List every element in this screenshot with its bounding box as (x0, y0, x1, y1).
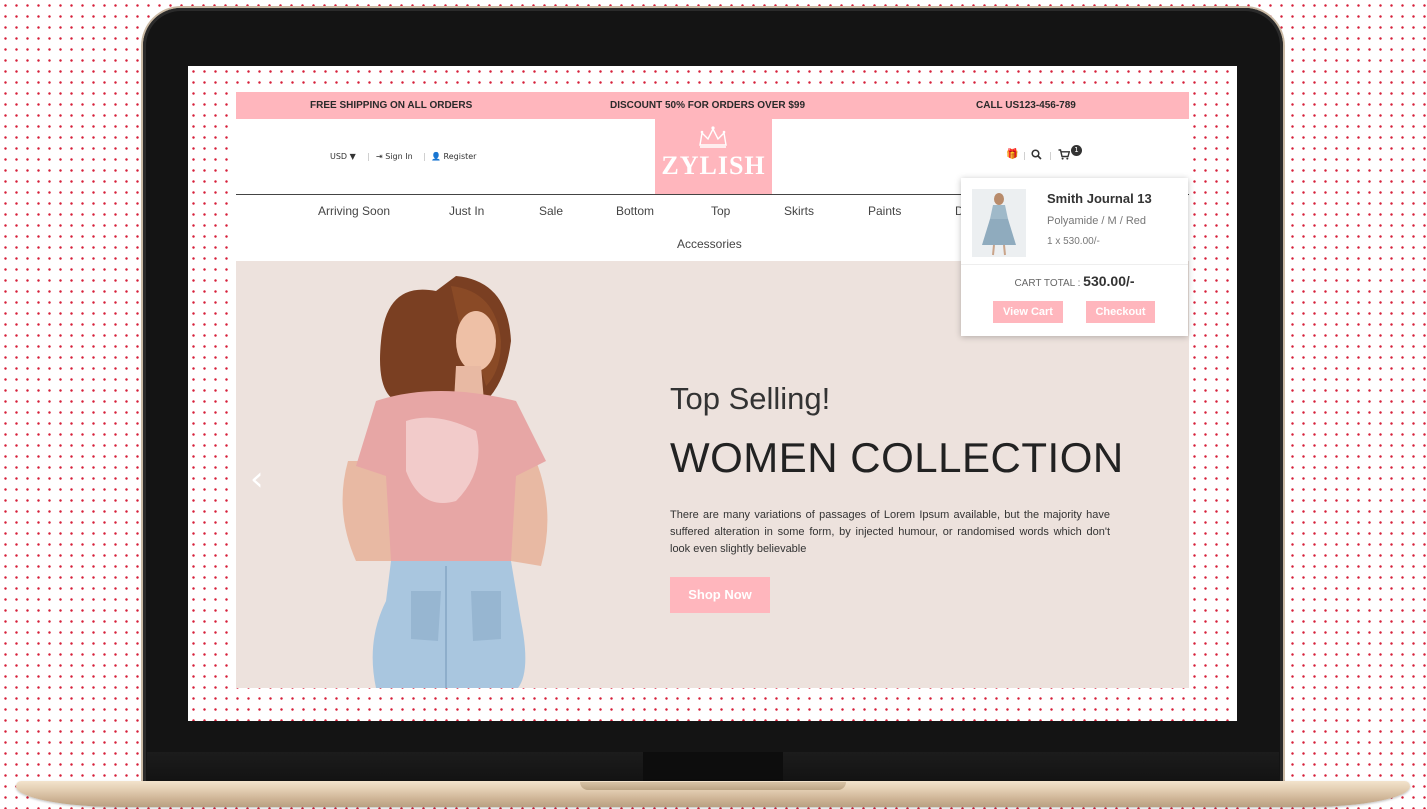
cart-total-label: CART TOTAL : (1014, 278, 1081, 289)
nav-item-paints[interactable]: Paints (868, 204, 901, 218)
nav-item-sale[interactable]: Sale (539, 204, 563, 218)
sign-in-icon: ⇥ (376, 152, 383, 161)
announcement-bar: FREE SHIPPING ON ALL ORDERS DISCOUNT 50%… (236, 92, 1189, 119)
shipping-notice: FREE SHIPPING ON ALL ORDERS (310, 100, 473, 111)
checkout-button[interactable]: Checkout (1086, 301, 1155, 323)
divider: | (423, 152, 426, 161)
cart-item-variant: Polyamide / M / Red (1047, 215, 1147, 227)
view-cart-button[interactable]: View Cart (993, 301, 1063, 323)
cart-item-name[interactable]: Smith Journal 13 (1047, 191, 1152, 206)
divider (961, 264, 1188, 265)
hero-description: There are many variations of passages of… (670, 509, 1110, 555)
divider: | (1049, 151, 1052, 160)
brand-logo[interactable]: ZYLISH (655, 119, 772, 194)
shop-now-button[interactable]: Shop Now (670, 577, 770, 613)
discount-notice: DISCOUNT 50% FOR ORDERS OVER $99 (610, 100, 806, 111)
cart-item-quantity: 1 x 530.00/- (1047, 236, 1100, 247)
register-link[interactable]: 👤 Register (431, 152, 476, 161)
phone-notice: CALL US123-456-789 (976, 100, 1076, 111)
laptop-hinge (643, 752, 783, 782)
laptop-base-groove (580, 782, 846, 790)
hero-title: WOMEN COLLECTION (670, 434, 1124, 481)
nav-item-bottom[interactable]: Bottom (616, 204, 654, 218)
search-icon[interactable] (1031, 149, 1042, 163)
sign-in-link[interactable]: ⇥ Sign In (376, 152, 413, 161)
nav-item-arriving-soon[interactable]: Arriving Soon (318, 204, 390, 218)
sign-in-label: Sign In (385, 152, 413, 161)
cart-count-badge: 1 (1071, 145, 1082, 156)
nav-item-top[interactable]: Top (711, 204, 730, 218)
cart-icon[interactable] (1058, 149, 1071, 163)
gift-icon[interactable]: 🎁 (1006, 149, 1018, 160)
user-plus-icon: 👤 (431, 152, 441, 161)
model-image (342, 276, 548, 688)
carousel-prev-arrow[interactable]: ‹ (250, 459, 264, 499)
nav-item-just-in[interactable]: Just In (449, 204, 484, 218)
hero-subtitle: Top Selling! (670, 381, 831, 416)
cart-item-thumbnail (972, 189, 1026, 257)
divider: | (367, 152, 370, 161)
cart-dropdown: Smith Journal 13 Polyamide / M / Red 1 x… (961, 178, 1188, 336)
laptop-screen: FREE SHIPPING ON ALL ORDERS DISCOUNT 50%… (188, 66, 1237, 721)
currency-select[interactable]: USD ▼ (330, 152, 356, 161)
nav-item-accessories[interactable]: Accessories (677, 237, 742, 251)
register-label: Register (443, 152, 477, 161)
divider: | (1023, 151, 1026, 160)
crown-icon (699, 126, 727, 148)
logo-wordmark: ZYLISH (661, 151, 766, 180)
nav-item-skirts[interactable]: Skirts (784, 204, 814, 218)
cart-total: CART TOTAL : 530.00/- (961, 273, 1188, 289)
cart-total-value: 530.00/- (1083, 273, 1135, 289)
